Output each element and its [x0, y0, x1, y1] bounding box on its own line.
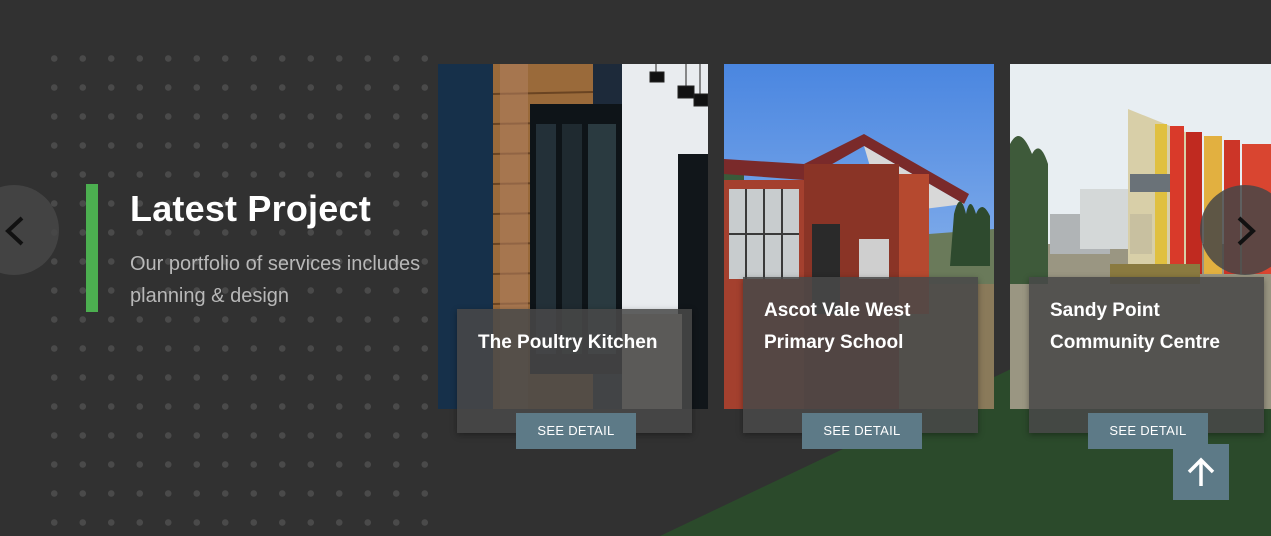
see-detail-button[interactable]: SEE DETAIL	[802, 413, 922, 449]
arrow-up-icon	[1187, 457, 1215, 486]
project-caption: Sandy Point Community Centre	[1029, 277, 1264, 433]
scroll-to-top-button[interactable]	[1173, 444, 1229, 500]
project-title[interactable]: Ascot Vale West Primary School	[764, 295, 969, 359]
chevron-right-icon	[1237, 216, 1256, 246]
project-card[interactable]: The Poultry Kitchen SEE DETAIL	[438, 64, 708, 449]
section-title: Latest Project	[130, 188, 371, 229]
project-title[interactable]: Sandy Point Community Centre	[1050, 295, 1255, 359]
project-title[interactable]: The Poultry Kitchen	[478, 327, 683, 359]
see-detail-button[interactable]: SEE DETAIL	[516, 413, 636, 449]
section-subtitle: Our portfolio of services includes plann…	[130, 253, 421, 307]
project-caption: Ascot Vale West Primary School	[743, 277, 978, 433]
latest-project-section: Latest Project Our portfolio of services…	[0, 0, 1271, 536]
project-card[interactable]: Ascot Vale West Primary School SEE DETAI…	[724, 64, 994, 449]
accent-bar	[86, 184, 98, 312]
chevron-left-icon	[5, 216, 24, 246]
section-heading: Latest Project Our portfolio of services…	[86, 184, 420, 312]
